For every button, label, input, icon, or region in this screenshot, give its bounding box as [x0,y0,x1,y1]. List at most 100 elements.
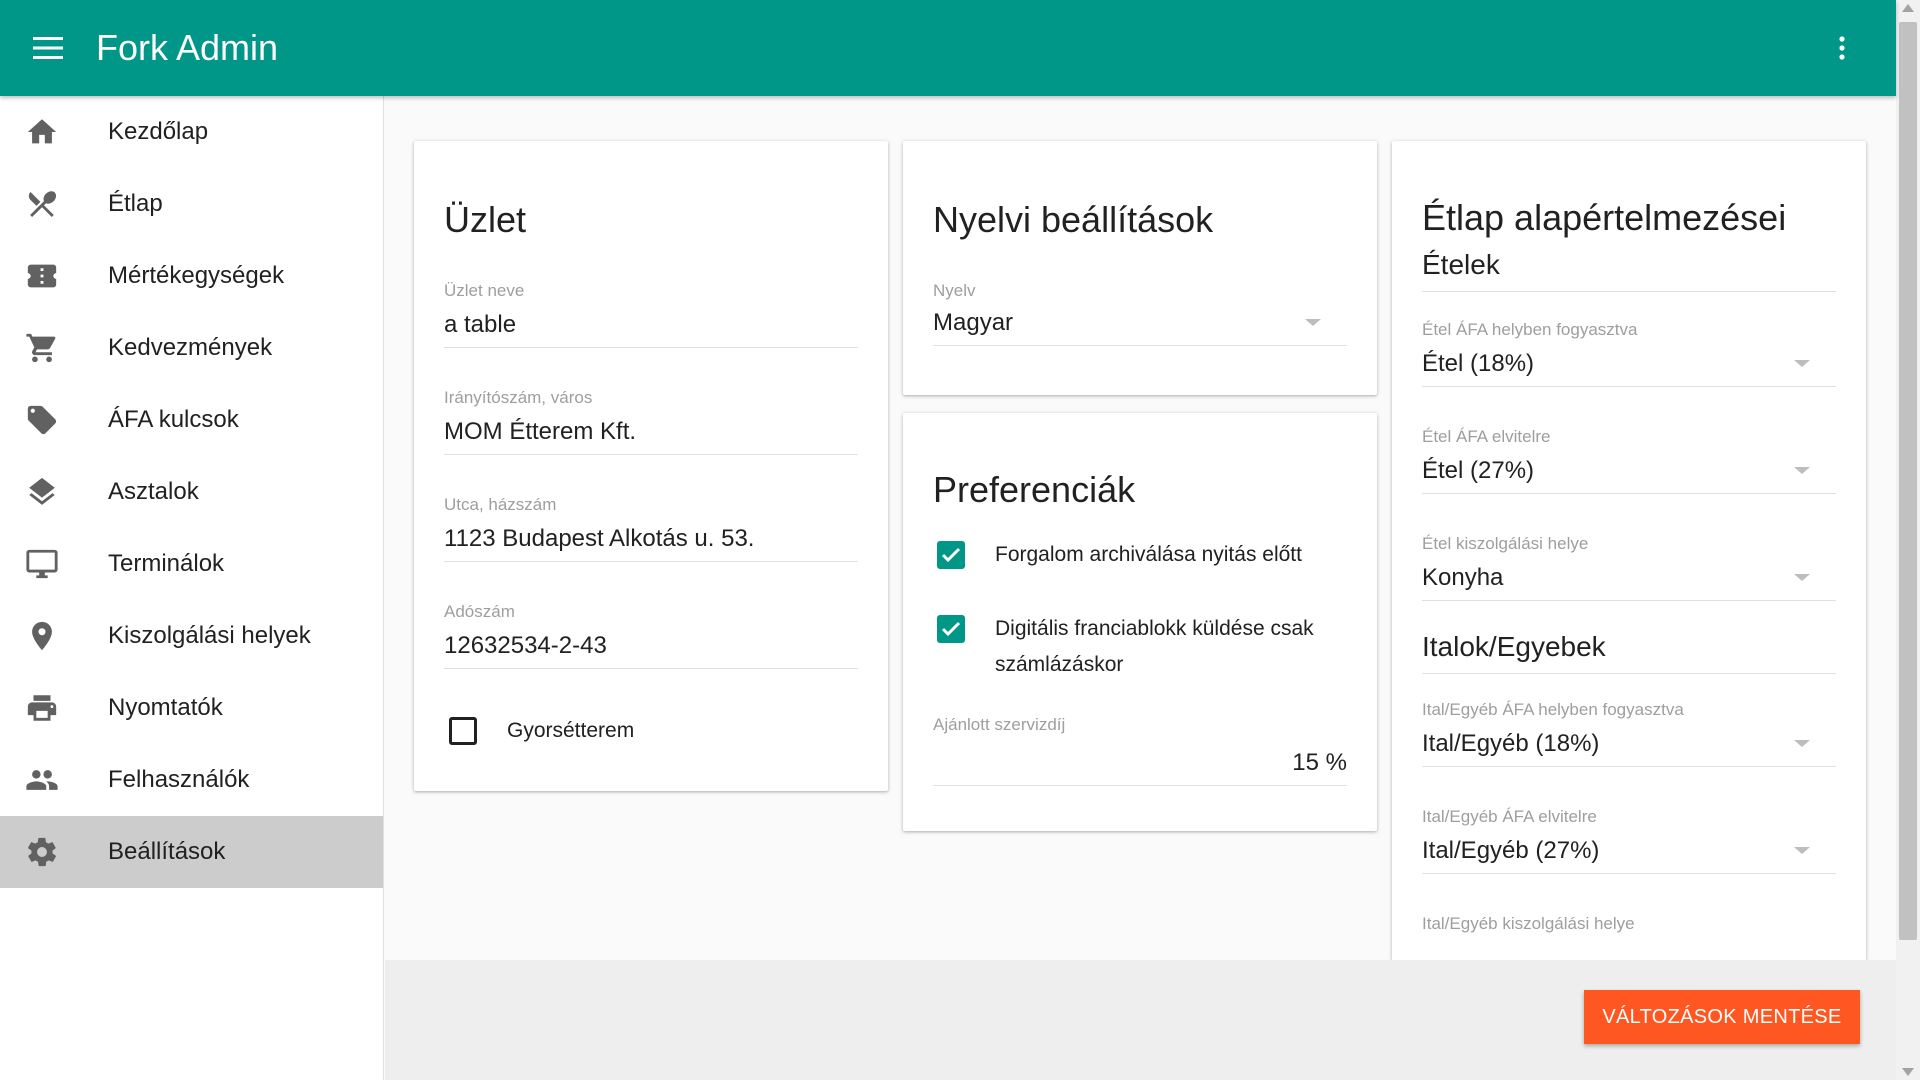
archive-checkbox-box[interactable] [937,541,965,569]
chevron-down-icon [1794,360,1810,367]
people-icon [0,763,84,797]
scroll-up-arrow-icon[interactable] [1902,4,1914,12]
street-field[interactable]: Utca, házszám 1123 Budapest Alkotás u. 5… [444,495,858,562]
more-vert-icon [1839,36,1845,60]
drink-section-title: Italok/Egyebek [1422,631,1836,674]
sidebar-item-service-places[interactable]: Kiszolgálási helyek [0,600,383,672]
chevron-down-icon [1794,574,1810,581]
sidebar: Kezdőlap Étlap Mértékegységek Kedvezmény… [0,96,384,1080]
service-fee-label: Ajánlott szervizdíj [933,715,1066,734]
tag-icon [0,403,84,437]
ticket-icon [0,259,84,293]
sidebar-item-terminals[interactable]: Terminálok [0,528,383,600]
language-card-title: Nyelvi beállítások [933,199,1214,240]
archive-checkbox[interactable]: Forgalom archiválása nyitás előtt [933,537,1347,573]
sidebar-item-label: Asztalok [108,478,199,505]
home-icon [0,115,84,149]
location-pin-icon [0,619,84,653]
tax-number-field[interactable]: Adószám 12632534-2-43 [444,602,858,669]
zip-city-input[interactable]: MOM Étterem Kft. [444,418,858,455]
chevron-down-icon [1794,847,1810,854]
printer-icon [0,691,84,725]
drink-vat-takeaway-value[interactable]: Ital/Egyéb (27%) [1422,837,1836,874]
sidebar-item-menu[interactable]: Étlap [0,168,383,240]
sidebar-item-label: Kedvezmények [108,334,273,361]
sidebar-item-label: Kiszolgálási helyek [108,622,311,649]
save-changes-button[interactable]: VÁLTOZÁSOK MENTÉSE [1584,990,1860,1044]
drink-service-place-select[interactable]: Ital/Egyéb kiszolgálási helye [1422,914,1836,934]
service-fee-field[interactable]: Ajánlott szervizdíj 15 % [933,715,1347,786]
language-card: Nyelvi beállítások Nyelv Magyar [903,141,1377,395]
sidebar-item-units[interactable]: Mértékegységek [0,240,383,312]
footer-bar: VÁLTOZÁSOK MENTÉSE [385,960,1896,1080]
archive-checkbox-label: Forgalom archiválása nyitás előtt [995,543,1302,566]
drink-vat-dine-in-label: Ital/Egyéb ÁFA helyben fogyasztva [1422,700,1684,719]
sidebar-item-vat[interactable]: ÁFA kulcsok [0,384,383,456]
business-name-label: Üzlet neve [444,281,525,300]
business-name-field[interactable]: Üzlet neve a table [444,281,858,348]
food-vat-takeaway-label: Étel ÁFA elvitelre [1422,427,1551,446]
sidebar-item-discounts[interactable]: Kedvezmények [0,312,383,384]
tax-number-input[interactable]: 12632534-2-43 [444,632,858,669]
food-vat-dine-in-select[interactable]: Étel ÁFA helyben fogyasztva Étel (18%) [1422,320,1836,387]
drink-vat-takeaway-select[interactable]: Ital/Egyéb ÁFA elvitelre Ital/Egyéb (27%… [1422,807,1836,874]
drink-vat-dine-in-value[interactable]: Ital/Egyéb (18%) [1422,730,1836,767]
drink-vat-takeaway-label: Ital/Egyéb ÁFA elvitelre [1422,807,1597,826]
business-card-title: Üzlet [444,199,527,240]
digital-receipt-checkbox-box[interactable] [937,615,965,643]
food-service-place-value[interactable]: Konyha [1422,564,1836,601]
monitor-icon [0,547,84,581]
sidebar-item-printers[interactable]: Nyomtatók [0,672,383,744]
drink-vat-dine-in-select[interactable]: Ital/Egyéb ÁFA helyben fogyasztva Ital/E… [1422,700,1836,767]
language-value[interactable]: Magyar [933,309,1347,346]
sidebar-item-settings[interactable]: Beállítások [0,816,383,888]
chevron-down-icon [1794,740,1810,747]
chevron-down-icon [1794,467,1810,474]
sidebar-item-home[interactable]: Kezdőlap [0,96,383,168]
sidebar-item-label: Felhasználók [108,766,250,793]
food-vat-dine-in-value[interactable]: Étel (18%) [1422,350,1836,387]
scroll-down-arrow-icon[interactable] [1902,1068,1914,1076]
menu-defaults-card: Étlap alapértelmezései Ételek Étel ÁFA h… [1392,141,1866,960]
layers-icon [0,475,84,509]
check-icon [941,621,961,637]
sidebar-item-label: Nyomtatók [108,694,223,721]
app-bar: Fork Admin [0,0,1896,96]
language-label: Nyelv [933,281,976,300]
page-scrollbar[interactable] [1896,0,1920,1080]
zip-city-field[interactable]: Irányítószám, város MOM Étterem Kft. [444,388,858,455]
food-service-place-label: Étel kiszolgálási helye [1422,534,1589,553]
food-vat-takeaway-select[interactable]: Étel ÁFA elvitelre Étel (27%) [1422,427,1836,494]
food-vat-takeaway-value[interactable]: Étel (27%) [1422,457,1836,494]
app-title: Fork Admin [96,27,279,68]
business-card: Üzlet Üzlet neve a table Irányítószám, v… [414,141,888,791]
settings-content: Üzlet Üzlet neve a table Irányítószám, v… [385,96,1896,960]
sidebar-item-label: Étlap [108,190,163,217]
fastfood-checkbox-box[interactable] [449,717,477,745]
sidebar-item-label: Beállítások [108,838,226,865]
sidebar-item-users[interactable]: Felhasználók [0,744,383,816]
sidebar-item-label: Terminálok [108,550,225,577]
fastfood-checkbox-label: Gyorsétterem [507,719,635,742]
language-select[interactable]: Nyelv Magyar [933,281,1347,346]
hamburger-menu-button[interactable] [0,0,96,96]
zip-city-label: Irányítószám, város [444,388,593,407]
drink-service-place-label: Ital/Egyéb kiszolgálási helye [1422,914,1635,933]
food-service-place-select[interactable]: Étel kiszolgálási helye Konyha [1422,534,1836,601]
check-icon [941,547,961,563]
more-options-button[interactable] [1818,24,1866,72]
utensils-icon [0,187,84,221]
business-name-input[interactable]: a table [444,311,858,348]
chevron-down-icon [1305,319,1321,326]
hamburger-icon [33,37,63,59]
fastfood-checkbox[interactable]: Gyorsétterem [444,713,858,749]
digital-receipt-checkbox[interactable]: Digitális franciablokk küldése csak szám… [933,611,1347,683]
scrollbar-thumb[interactable] [1899,22,1917,940]
street-input[interactable]: 1123 Budapest Alkotás u. 53. [444,525,858,562]
preferences-card-title: Preferenciák [933,469,1136,510]
sidebar-item-tables[interactable]: Asztalok [0,456,383,528]
service-fee-input[interactable]: 15 % [933,749,1347,786]
sidebar-item-label: Mértékegységek [108,262,285,289]
cart-icon [0,331,84,365]
preferences-card: Preferenciák Forgalom archiválása nyitás… [903,413,1377,831]
